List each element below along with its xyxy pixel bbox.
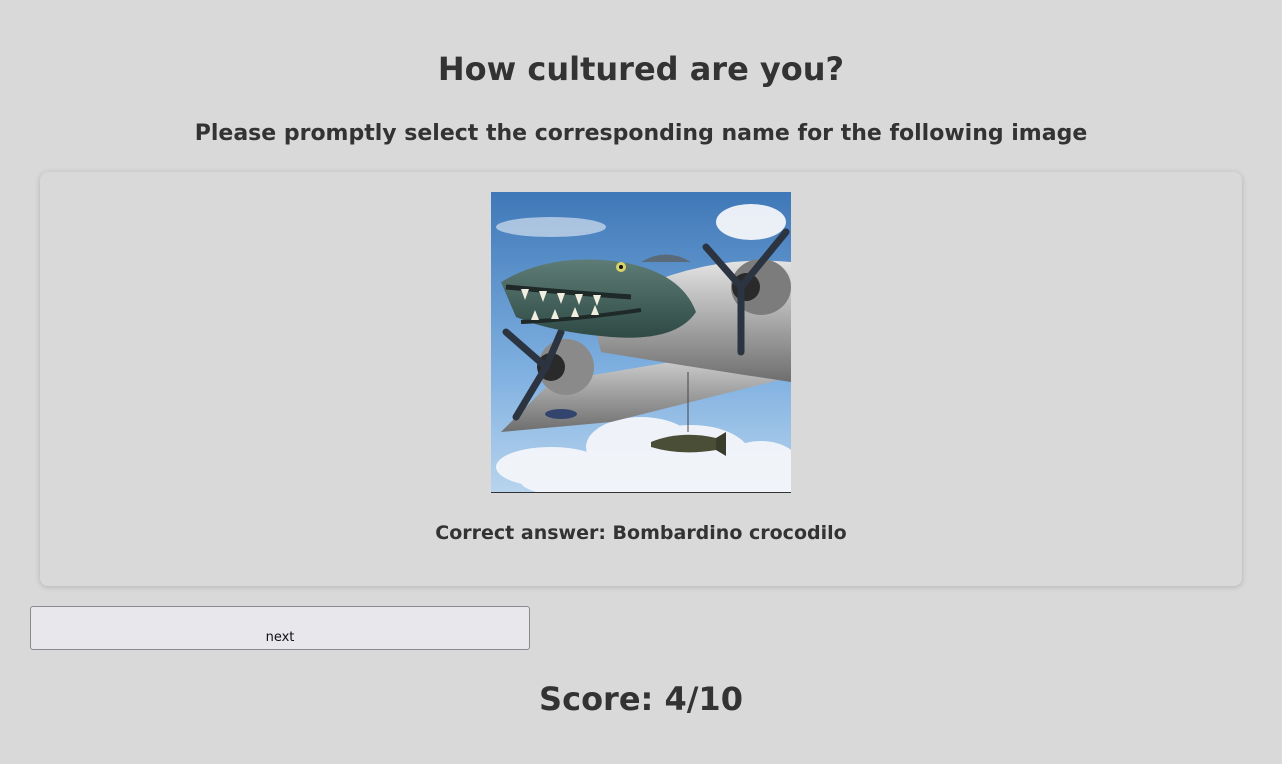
question-prompt: Please promptly select the corresponding…: [194, 121, 1088, 146]
next-button[interactable]: next: [30, 606, 530, 650]
correct-answer-text: Correct answer: Bombardino crocodilo: [435, 522, 847, 544]
question-card: Correct answer: Bombardino crocodilo: [40, 172, 1242, 586]
score-display: Score: 4/10: [539, 680, 743, 718]
quiz-page: How cultured are you? Please promptly se…: [0, 0, 1282, 764]
page-title: How cultured are you?: [437, 50, 845, 88]
question-image: [491, 192, 791, 493]
